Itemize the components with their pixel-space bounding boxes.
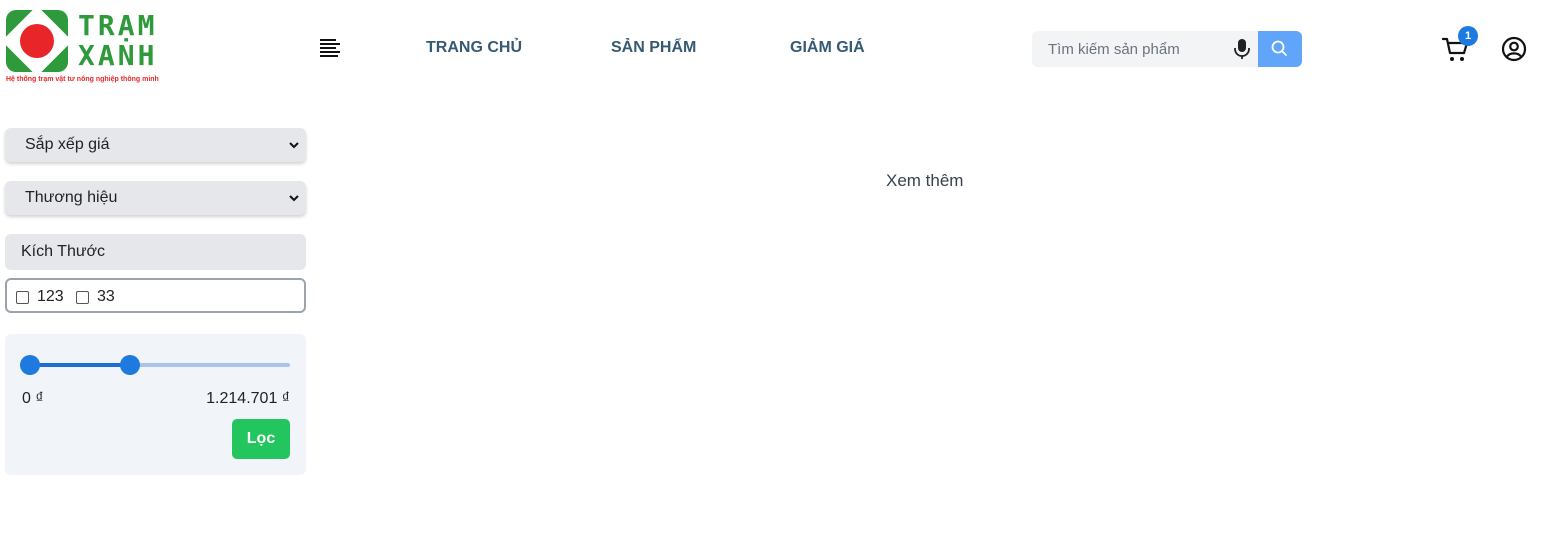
chevron-down-icon xyxy=(289,142,299,149)
logo-mark xyxy=(1,5,73,77)
price-slider-min-handle[interactable] xyxy=(20,355,40,375)
logo-word-bottom: XANH xyxy=(78,39,158,72)
price-slider-max-handle[interactable] xyxy=(120,355,140,375)
filter-button[interactable]: Lọc xyxy=(232,419,290,459)
search-input[interactable] xyxy=(1032,31,1228,67)
size-checkbox-123[interactable] xyxy=(16,291,29,304)
logo-word-top: TRẠM xyxy=(78,9,158,42)
search-icon xyxy=(1271,40,1287,56)
microphone-icon[interactable] xyxy=(1232,38,1252,60)
menu-lines-icon[interactable] xyxy=(320,39,340,57)
price-max-value: 1.214.701 ₫ xyxy=(206,390,290,407)
sort-price-label: Sắp xếp giá xyxy=(25,136,110,153)
brand-label: Thương hiệu xyxy=(25,189,118,206)
cart-count-badge: 1 xyxy=(1458,26,1478,46)
logo-tagline: Hệ thống trạm vật tư nông nghiệp thông m… xyxy=(6,76,159,83)
size-checkbox-33[interactable] xyxy=(76,291,89,304)
nav-products[interactable]: SẢN PHẨM xyxy=(611,39,696,57)
size-filter-header: Kích Thước xyxy=(5,234,306,270)
search-button[interactable] xyxy=(1258,31,1302,67)
nav-home[interactable]: TRANG CHỦ xyxy=(426,39,522,57)
nav-discount[interactable]: GIẢM GIÁ xyxy=(790,39,865,57)
user-circle-icon[interactable] xyxy=(1501,36,1527,62)
price-min-value: 0 ₫ xyxy=(22,390,44,407)
size-filter-title: Kích Thước xyxy=(21,243,106,260)
size-label-123: 123 xyxy=(37,288,64,305)
size-options: 123 33 xyxy=(5,278,306,313)
sort-price-select[interactable]: Sắp xếp giá xyxy=(5,128,306,162)
brand-logo[interactable]: TRẠM XANH Hệ thống trạm vật tư nông nghi… xyxy=(1,5,159,88)
see-more-link[interactable]: Xem thêm xyxy=(886,171,963,191)
brand-select[interactable]: Thương hiệu xyxy=(5,181,306,215)
size-label-33: 33 xyxy=(97,288,115,305)
chevron-down-icon xyxy=(289,195,299,202)
